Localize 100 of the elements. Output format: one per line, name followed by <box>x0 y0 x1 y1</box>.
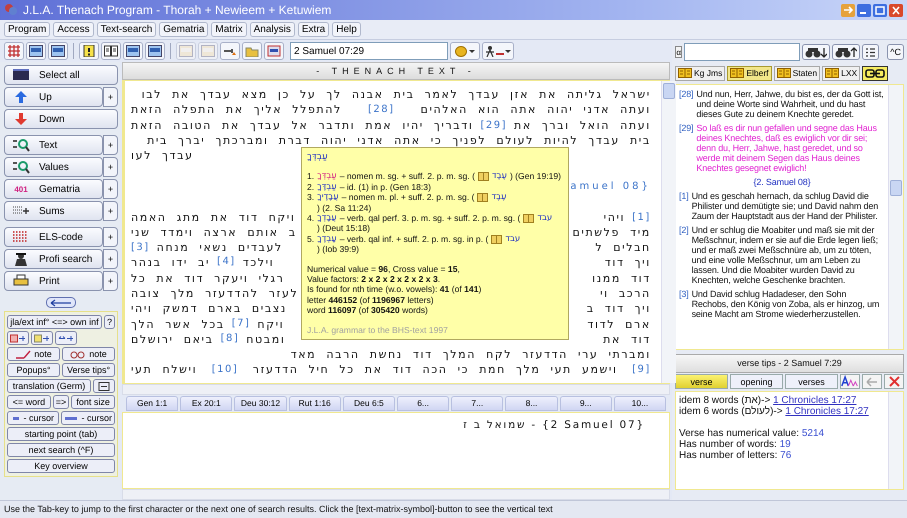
tool-button[interactable]: starting point (tab) <box>7 427 115 441</box>
sidebar-button[interactable]: Profi search <box>4 249 103 269</box>
search-down-button[interactable] <box>802 44 830 60</box>
verse-link[interactable]: 1 Chronicles 17:27 <box>773 395 856 406</box>
tool-button[interactable]: <= word <box>7 395 51 409</box>
list-button[interactable] <box>862 44 880 60</box>
translation-tab[interactable]: Staten <box>774 66 820 80</box>
horizontal-scrollbar[interactable] <box>122 489 670 500</box>
verse-tips-tab[interactable]: verse <box>675 374 728 389</box>
copy-button[interactable]: ^C <box>887 44 904 60</box>
sidebar-button[interactable]: Down <box>4 109 118 129</box>
verse-link[interactable]: 1 Chronicles 17:27 <box>785 406 869 417</box>
horizontal-scrollbar[interactable] <box>122 384 670 395</box>
bookmark-tab[interactable]: Deu 6:5 <box>342 396 396 411</box>
vertical-scrollbar[interactable] <box>888 85 903 349</box>
menu-item[interactable]: Help <box>332 22 361 37</box>
sidebar-button[interactable]: Up <box>4 87 103 107</box>
expand-button[interactable]: + <box>103 87 118 107</box>
expand-button[interactable]: + <box>103 227 118 247</box>
sidebar-button[interactable]: Print <box>4 271 103 291</box>
coin-dropdown-button[interactable] <box>450 42 480 60</box>
close-button[interactable] <box>884 374 904 389</box>
menu-item[interactable]: Extra <box>298 22 330 37</box>
expand-button[interactable]: + <box>103 135 118 155</box>
alpha-button[interactable]: α <box>675 46 682 58</box>
bookmark-tab[interactable]: 8... <box>505 396 558 411</box>
expand-button[interactable]: + <box>103 201 118 221</box>
tool-button[interactable]: Key overview <box>7 459 115 473</box>
hebrew-text: ישראל גליתה את אזן עבדך לאמר בית אבנה לך על כן מצא עבדך את לבו <box>142 88 651 102</box>
tool-button[interactable]: note <box>62 347 115 361</box>
tool-button[interactable]: - cursor <box>7 411 60 425</box>
tool-button[interactable]: font size <box>71 395 116 409</box>
bookmark-tab[interactable]: 7... <box>451 396 504 411</box>
bookmark-tab[interactable]: Deu 30:12 <box>234 396 287 411</box>
expand-button[interactable]: + <box>103 157 118 177</box>
tool-button[interactable]: ? <box>104 315 115 329</box>
sidebar-button[interactable]: Sums <box>4 201 103 221</box>
tool-button[interactable] <box>93 379 115 393</box>
menu-item[interactable]: Analysis <box>250 22 295 37</box>
fact-label: Has number of letters: <box>679 450 778 461</box>
person-dropdown-button[interactable] <box>482 42 514 60</box>
vertical-scrollbar[interactable] <box>660 81 676 383</box>
tool-button[interactable]: => <box>52 395 70 409</box>
bookmark-tab[interactable]: Ex 20:1 <box>180 396 232 411</box>
verse-tips-tab[interactable]: verses <box>785 374 838 389</box>
bookmark-tab[interactable]: 10... <box>614 396 666 411</box>
bookmark-tab[interactable]: 9... <box>560 396 612 411</box>
translation-tab[interactable]: LXX <box>822 66 860 80</box>
expand-button[interactable]: + <box>103 179 118 199</box>
sidebar-button[interactable]: Text <box>4 135 103 155</box>
font-size-button[interactable] <box>840 374 860 389</box>
collapse-button[interactable] <box>46 297 76 308</box>
bookmark-tab[interactable]: Rut 1:16 <box>288 396 341 411</box>
tool-button[interactable]: translation (Germ) <box>7 379 91 393</box>
hebrew-root: עבד <box>537 213 552 224</box>
toolbar-button[interactable] <box>145 42 165 60</box>
bookmark-tab[interactable]: Gen 1:1 <box>126 396 178 411</box>
toolbar-button[interactable] <box>264 42 284 60</box>
menu-item[interactable]: Access <box>53 22 94 37</box>
tool-button[interactable]: Verse tips° <box>62 363 115 377</box>
menu-item[interactable]: Program <box>4 22 50 37</box>
search-up-button[interactable] <box>832 44 860 60</box>
minimize-button[interactable] <box>857 4 871 16</box>
verse-tips-tab[interactable]: opening <box>730 374 783 389</box>
expand-button[interactable]: + <box>103 249 118 269</box>
expand-button[interactable]: + <box>103 271 118 291</box>
menu-item[interactable]: Gematria <box>159 22 208 37</box>
vertical-scrollbar[interactable] <box>888 392 903 489</box>
toolbar-button[interactable] <box>48 42 68 60</box>
bookmark-tab[interactable]: 6... <box>397 396 450 411</box>
sidebar-button[interactable]: 401 Gematria <box>4 179 103 199</box>
translation-tab[interactable]: Elberf <box>727 66 772 80</box>
sidebar-button[interactable]: ELS-code <box>4 227 103 247</box>
search-field[interactable] <box>684 43 800 61</box>
reference-field[interactable]: 2 Samuel 07:29 <box>290 42 448 60</box>
tool-button[interactable]: next search (^F) <box>7 443 115 457</box>
verse-text: Und nun, Herr, Jahwe, du bist es, der da Gott ist, und deine Worte sind Wahrheit, und du hast dieses Gute zu deinem Knechte geredet. <box>696 89 885 119</box>
tool-button[interactable]: - cursor <box>61 411 115 425</box>
toolbar-button[interactable] <box>26 42 46 60</box>
tool-button[interactable] <box>31 331 53 345</box>
sidebar-button[interactable]: Values <box>4 157 103 177</box>
tool-button[interactable] <box>7 331 29 345</box>
toolbar-button[interactable] <box>101 42 121 60</box>
sidebar-button[interactable]: Select all <box>4 65 118 85</box>
tool-button[interactable]: note <box>7 347 60 361</box>
toolbar-button[interactable] <box>220 42 240 60</box>
verse-text: So laß es dir nun gefallen und segne das Haus deines Knechtes, daß es ewiglich vor dir sei; denn du, Herr, Jahwe, hast geredet, und so werde mit deinem Segen das Haus deines Knechtes gesegnet ewiglich! <box>696 123 878 173</box>
link-button[interactable] <box>862 66 888 80</box>
toolbar-button[interactable] <box>79 42 99 60</box>
tool-button[interactable] <box>55 331 77 345</box>
maximize-button[interactable] <box>873 4 887 16</box>
close-button[interactable] <box>889 4 903 16</box>
coin-icon <box>455 46 475 56</box>
toolbar-button[interactable] <box>123 42 143 60</box>
hebrew-form: עֲבָדְךָ <box>317 213 337 224</box>
menu-item[interactable]: Matrix <box>211 22 247 37</box>
menu-item[interactable]: Text-search <box>96 22 156 37</box>
tool-button[interactable]: jla/ext inf° <=> own inf <box>7 315 102 329</box>
translation-tab[interactable]: Kg Jms <box>675 66 726 80</box>
tool-button[interactable]: Popups° <box>7 363 60 377</box>
